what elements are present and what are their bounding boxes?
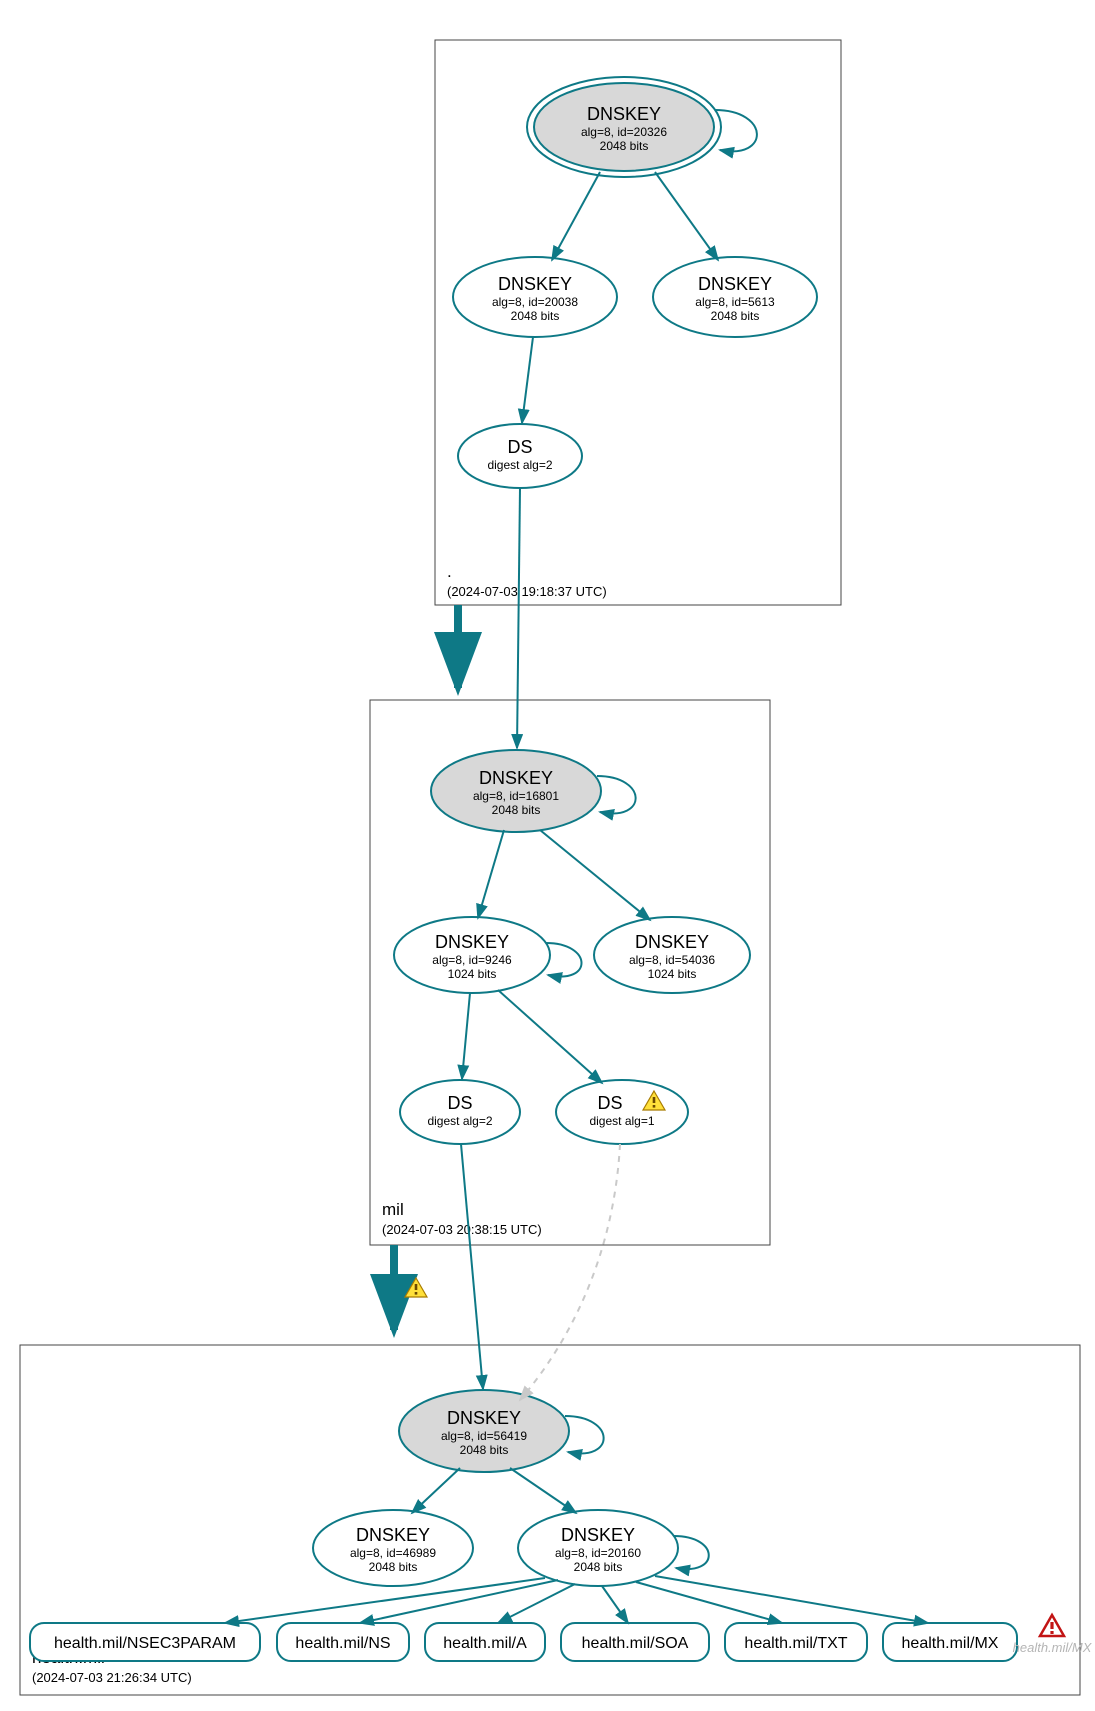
svg-text:health.mil/NSEC3PARAM: health.mil/NSEC3PARAM (54, 1635, 236, 1652)
rr-mx-error: health.mil/MX (1013, 1615, 1093, 1655)
edge-root-zsk1-ds (522, 337, 533, 423)
mil-zsk1: DNSKEY alg=8, id=9246 1024 bits (394, 917, 550, 993)
svg-text:DNSKEY: DNSKEY (479, 768, 553, 788)
root-zsk2: DNSKEY alg=8, id=5613 2048 bits (653, 257, 817, 337)
svg-text:health.mil/MX: health.mil/MX (1013, 1640, 1093, 1655)
svg-text:2048 bits: 2048 bits (574, 1560, 623, 1574)
svg-text:health.mil/SOA: health.mil/SOA (582, 1635, 689, 1652)
edge-zsk2-soa (602, 1586, 628, 1623)
svg-text:alg=8, id=20160: alg=8, id=20160 (555, 1546, 641, 1560)
edge-zsk2-txt (636, 1582, 782, 1623)
edge-mil-ds1-health-ksk (461, 1144, 483, 1389)
svg-text:1024 bits: 1024 bits (648, 967, 697, 981)
svg-text:DNSKEY: DNSKEY (561, 1525, 635, 1545)
zone-mil-time: (2024-07-03 20:38:15 UTC) (382, 1222, 542, 1237)
svg-text:DNSKEY: DNSKEY (356, 1525, 430, 1545)
rr-txt: health.mil/TXT (725, 1623, 867, 1661)
svg-text:2048 bits: 2048 bits (600, 139, 649, 153)
root-ds: DS digest alg=2 (458, 424, 582, 488)
svg-text:alg=8, id=9246: alg=8, id=9246 (432, 953, 512, 967)
svg-text:health.mil/TXT: health.mil/TXT (744, 1635, 847, 1652)
edge-mil-ksk-self (597, 776, 636, 813)
edge-health-ksk-zsk2 (510, 1468, 576, 1513)
edge-health-ksk-zsk1 (412, 1468, 460, 1513)
mil-ds1: DS digest alg=2 (400, 1080, 520, 1144)
svg-text:health.mil/A: health.mil/A (443, 1635, 527, 1652)
svg-text:alg=8, id=56419: alg=8, id=56419 (441, 1429, 527, 1443)
edge-root-ksk-zsk1 (552, 172, 600, 260)
svg-text:2048 bits: 2048 bits (492, 803, 541, 817)
svg-text:alg=8, id=5613: alg=8, id=5613 (695, 295, 775, 309)
warning-icon (405, 1278, 427, 1297)
svg-text:DNSKEY: DNSKEY (587, 104, 661, 124)
svg-text:DS: DS (507, 437, 532, 457)
edge-mil-zsk1-self (546, 943, 582, 977)
svg-text:DNSKEY: DNSKEY (698, 274, 772, 294)
svg-text:health.mil/NS: health.mil/NS (295, 1635, 390, 1652)
rr-ns: health.mil/NS (277, 1623, 409, 1661)
health-zsk1: DNSKEY alg=8, id=46989 2048 bits (313, 1510, 473, 1586)
root-ksk: DNSKEY alg=8, id=20326 2048 bits (527, 77, 721, 177)
edge-mil-ksk-zsk1 (478, 830, 504, 918)
svg-text:alg=8, id=54036: alg=8, id=54036 (629, 953, 715, 967)
svg-text:digest alg=2: digest alg=2 (427, 1114, 492, 1128)
svg-text:health.mil/MX: health.mil/MX (902, 1635, 999, 1652)
svg-text:2048 bits: 2048 bits (460, 1443, 509, 1457)
rr-nsec3param: health.mil/NSEC3PARAM (30, 1623, 260, 1661)
edge-root-ds-mil-ksk (517, 488, 520, 748)
svg-text:DNSKEY: DNSKEY (435, 932, 509, 952)
edge-root-ksk-zsk2 (655, 172, 718, 260)
svg-text:alg=8, id=16801: alg=8, id=16801 (473, 789, 559, 803)
svg-text:DS: DS (447, 1093, 472, 1113)
edge-mil-zsk1-ds2 (498, 990, 602, 1083)
mil-zsk2: DNSKEY alg=8, id=54036 1024 bits (594, 917, 750, 993)
svg-text:alg=8, id=46989: alg=8, id=46989 (350, 1546, 436, 1560)
svg-text:alg=8, id=20038: alg=8, id=20038 (492, 295, 578, 309)
zone-mil-title: mil (382, 1200, 404, 1219)
svg-text:2048 bits: 2048 bits (369, 1560, 418, 1574)
svg-text:DS: DS (597, 1093, 622, 1113)
mil-ds2: DS digest alg=1 (556, 1080, 688, 1144)
rr-mx: health.mil/MX (883, 1623, 1017, 1661)
error-icon (1040, 1615, 1064, 1636)
zone-root-title: . (447, 562, 452, 581)
edge-health-ksk-self (565, 1416, 604, 1453)
svg-text:digest alg=1: digest alg=1 (589, 1114, 654, 1128)
root-zsk1: DNSKEY alg=8, id=20038 2048 bits (453, 257, 617, 337)
svg-text:2048 bits: 2048 bits (511, 309, 560, 323)
mil-ksk: DNSKEY alg=8, id=16801 2048 bits (431, 750, 601, 832)
svg-text:1024 bits: 1024 bits (448, 967, 497, 981)
rr-a: health.mil/A (425, 1623, 545, 1661)
health-ksk: DNSKEY alg=8, id=56419 2048 bits (399, 1390, 569, 1472)
zone-root-time: (2024-07-03 19:18:37 UTC) (447, 584, 607, 599)
svg-text:DNSKEY: DNSKEY (447, 1408, 521, 1428)
svg-text:2048 bits: 2048 bits (711, 309, 760, 323)
edge-mil-ds2-health-ksk (520, 1144, 620, 1400)
edge-mil-ksk-zsk2 (540, 830, 650, 920)
svg-text:DNSKEY: DNSKEY (635, 932, 709, 952)
svg-text:DNSKEY: DNSKEY (498, 274, 572, 294)
svg-text:alg=8, id=20326: alg=8, id=20326 (581, 125, 667, 139)
rr-soa: health.mil/SOA (561, 1623, 709, 1661)
zone-health-time: (2024-07-03 21:26:34 UTC) (32, 1670, 192, 1685)
svg-text:digest alg=2: digest alg=2 (487, 458, 552, 472)
edge-mil-zsk1-ds1 (462, 993, 470, 1079)
edge-health-zsk2-self (674, 1536, 709, 1569)
health-zsk2: DNSKEY alg=8, id=20160 2048 bits (518, 1510, 678, 1586)
